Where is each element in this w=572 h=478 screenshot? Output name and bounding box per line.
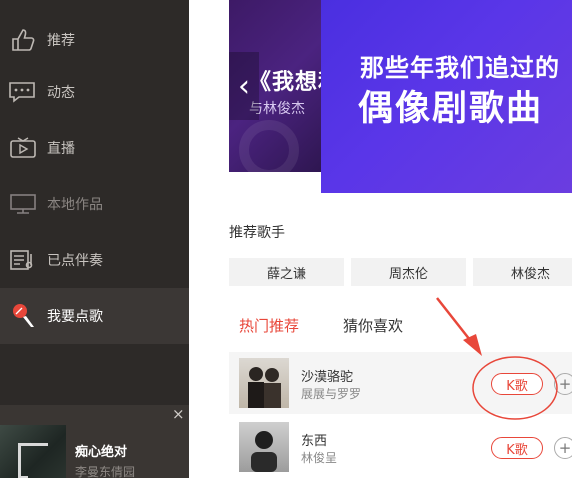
app-window: 推荐 动态 直播 本地作品 已点伴奏 我要点歌 痴心绝对 李曼东倩园 × 《我想… xyxy=(0,0,572,478)
annotation-arrow-icon xyxy=(436,297,471,341)
banner-decoration-circle xyxy=(239,120,299,172)
thumbs-up-icon xyxy=(8,25,38,55)
singer-chip[interactable]: 薛之谦 xyxy=(229,258,344,286)
singer-chip[interactable]: 周杰伦 xyxy=(351,258,466,286)
close-icon[interactable]: × xyxy=(172,405,185,423)
sidebar-item-label: 推荐 xyxy=(47,33,75,49)
sidebar-item-recommend[interactable]: 推荐 xyxy=(0,12,189,68)
banner-prev-button[interactable]: ‹ xyxy=(229,52,259,120)
monitor-icon xyxy=(8,189,38,219)
song-title: 东西 xyxy=(301,434,328,449)
sidebar-item-label: 直播 xyxy=(47,141,75,157)
sidebar: 推荐 动态 直播 本地作品 已点伴奏 我要点歌 痴心绝对 李曼东倩园 × xyxy=(0,0,189,478)
list-item[interactable]: 沙漠骆驼 展展与罗罗 K歌 + xyxy=(229,352,572,414)
sidebar-item-feed[interactable]: 动态 xyxy=(0,64,189,120)
karaoke-button[interactable]: K歌 xyxy=(491,437,543,459)
recommended-singers-title: 推荐歌手 xyxy=(229,225,285,241)
video-icon xyxy=(8,133,38,163)
karaoke-button[interactable]: K歌 xyxy=(491,373,543,395)
chat-bubble-icon xyxy=(8,77,38,107)
song-artist: 林俊呈 xyxy=(301,451,338,465)
banner-slide-current[interactable]: 那些年我们追过的 偶像剧歌曲 xyxy=(321,0,572,193)
sidebar-item-local-works[interactable]: 本地作品 xyxy=(0,176,189,232)
sidebar-item-request-song[interactable]: 我要点歌 xyxy=(0,288,189,344)
cover-frame-decoration-small xyxy=(18,469,28,478)
banner-main-line1: 那些年我们追过的 xyxy=(360,54,560,82)
chevron-left-icon: ‹ xyxy=(238,68,250,104)
list-item[interactable]: 东西 林俊呈 K歌 + xyxy=(229,416,572,478)
playlist-icon xyxy=(8,245,38,275)
now-playing-bar[interactable]: 痴心绝对 李曼东倩园 × xyxy=(0,405,189,478)
sidebar-item-label: 动态 xyxy=(47,85,75,101)
sidebar-item-label: 已点伴奏 xyxy=(47,253,103,269)
now-playing-artist: 李曼东倩园 xyxy=(75,465,136,478)
tab-guess-you-like[interactable]: 猜你喜欢 xyxy=(343,315,403,336)
sidebar-item-label: 本地作品 xyxy=(47,197,103,213)
tab-hot-recommend[interactable]: 热门推荐 xyxy=(239,315,299,336)
singer-chip[interactable]: 林俊杰 xyxy=(473,258,572,286)
song-cover xyxy=(239,422,289,472)
banner-main-line2: 偶像剧歌曲 xyxy=(358,89,544,129)
song-artist: 展展与罗罗 xyxy=(301,387,362,401)
sidebar-item-label: 我要点歌 xyxy=(47,309,103,325)
song-title: 沙漠骆驼 xyxy=(301,370,354,385)
sidebar-item-ordered-tracks[interactable]: 已点伴奏 xyxy=(0,232,189,288)
microphone-icon xyxy=(8,301,38,331)
now-playing-title: 痴心绝对 xyxy=(75,445,128,460)
add-icon[interactable]: + xyxy=(554,437,572,459)
sidebar-item-live[interactable]: 直播 xyxy=(0,120,189,176)
song-cover xyxy=(239,358,289,408)
add-icon[interactable]: + xyxy=(554,373,572,395)
album-cover[interactable] xyxy=(0,425,66,478)
banner-left-title: 《我想和 xyxy=(249,70,322,95)
